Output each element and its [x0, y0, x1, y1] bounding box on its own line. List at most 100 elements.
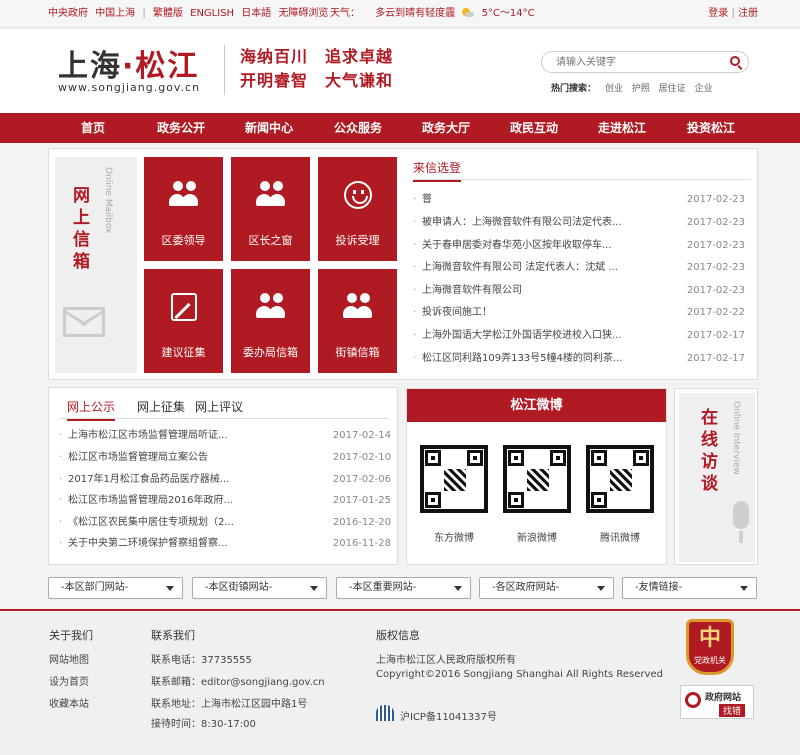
qr-code-icon: [420, 445, 488, 513]
nav-service-hall[interactable]: 政务大厅: [406, 113, 486, 143]
link-central-gov[interactable]: 中央政府: [48, 8, 88, 19]
link-shanghai[interactable]: 中国上海: [95, 8, 135, 19]
bullet: ·: [59, 474, 63, 485]
tab-online-review[interactable]: 网上评议: [195, 398, 243, 415]
tile-label: 街镇信箱: [335, 346, 380, 359]
tile-label: 区长之窗: [248, 234, 293, 247]
party-gov-badge[interactable]: 中 党政机关: [686, 619, 734, 675]
item-title: 上海微音软件有限公司: [422, 285, 522, 296]
item-title: 松江区同利路109弄133号5幢4楼的同利茶...: [422, 353, 623, 364]
list-item[interactable]: · 松江区市场监督管理局立案公告 2017-02-10: [59, 447, 391, 469]
tile-district-leaders[interactable]: 区委领导: [144, 157, 223, 261]
list-item[interactable]: · 上海市松江区市场监督管理局听证... 2017-02-14: [59, 425, 391, 447]
online-interview-banner[interactable]: 在线访谈 Online Interview: [674, 388, 758, 565]
weibo-label-sina[interactable]: 新浪微博: [497, 529, 577, 544]
contact-address: 联系地址：上海市松江区园中路1号: [151, 699, 308, 710]
partly-cloudy-icon: [462, 8, 475, 18]
police-badge-icon: [376, 705, 394, 721]
account-links: 登录 | 注册: [708, 0, 758, 28]
main-nav: 首页 政务公开 新闻中心 公众服务 政务大厅 政民互动 走进松江 投资松江: [0, 113, 800, 143]
link-traditional[interactable]: 繁體版: [153, 8, 183, 19]
list-item[interactable]: · 上海微音软件有限公司 法定代表人：沈斌 ... 2017-02-23: [413, 257, 751, 279]
select-key-sites[interactable]: -本区重要网站-: [336, 577, 471, 599]
contact-email: 联系邮箱：editor@songjiang.gov.cn: [151, 677, 325, 688]
chevron-down-icon: [310, 586, 318, 591]
hot-item[interactable]: 护照: [632, 84, 650, 94]
logo-part1: 上海: [58, 49, 122, 84]
list-item[interactable]: · 关于中央第二环境保护督察组督察... 2016-11-28: [59, 533, 391, 555]
select-value: -本区部门网站-: [61, 582, 129, 593]
item-date: 2016-12-20: [332, 517, 391, 528]
item-date: 2017-02-10: [332, 452, 391, 463]
link-english[interactable]: ENGLISH: [190, 8, 234, 19]
list-item[interactable]: · 关于春申居委对春华苑小区按年收取停车... 2017-02-23: [413, 235, 751, 257]
link-japanese[interactable]: 日本語: [241, 8, 271, 19]
gov-site-error-button[interactable]: 政府网站 找错: [680, 685, 754, 719]
bullet: ·: [59, 495, 63, 506]
nav-invest[interactable]: 投资松江: [671, 113, 751, 143]
bookmark-link[interactable]: 收藏本站: [49, 695, 89, 710]
item-date: 2017-02-23: [686, 262, 745, 273]
item-date: 2017-02-23: [686, 194, 745, 205]
account-divider: |: [731, 8, 735, 19]
tile-complaint[interactable]: 投诉受理: [318, 157, 397, 261]
sitemap-link[interactable]: 网站地图: [49, 651, 89, 666]
select-district-govs[interactable]: -各区政府网站-: [479, 577, 614, 599]
hot-item[interactable]: 居住证: [659, 84, 686, 94]
tab-online-collection[interactable]: 网上征集: [137, 398, 185, 415]
gov-site-sub: 找错: [719, 704, 746, 717]
search-input[interactable]: [556, 54, 716, 70]
tile-bureau-mailbox[interactable]: 委办局信箱: [231, 269, 310, 373]
copyright-title: 版权信息: [376, 629, 420, 642]
set-homepage-link[interactable]: 设为首页: [49, 673, 89, 688]
hot-item[interactable]: 企业: [695, 84, 713, 94]
select-district-towns[interactable]: -本区街镇网站-: [192, 577, 327, 599]
mailbox-title: 网上信箱: [73, 186, 90, 272]
search-box: [541, 51, 749, 73]
qr-corner: [425, 450, 441, 466]
link-accessibility[interactable]: 无障碍浏览: [278, 8, 328, 19]
item-title: 2017年1月松江食品药品医疗器械...: [68, 474, 230, 485]
qr-corner: [550, 450, 566, 466]
list-item[interactable]: · 《松江区农民集中居住专项规划（2... 2016-12-20: [59, 512, 391, 534]
tile-town-mailbox[interactable]: 街镇信箱: [318, 269, 397, 373]
mailbox-banner[interactable]: 网上信箱 Online Mailbox: [55, 157, 137, 373]
list-item[interactable]: · 2017年1月松江食品药品医疗器械... 2017-02-06: [59, 469, 391, 491]
nav-about-songjiang[interactable]: 走进松江: [582, 113, 662, 143]
list-item[interactable]: · 松江区同利路109弄133号5幢4楼的同利茶... 2017-02-17: [413, 348, 751, 370]
site-logo[interactable]: 上海·松江: [58, 41, 199, 85]
weibo-label-eastday[interactable]: 东方微博: [414, 529, 494, 544]
nav-news[interactable]: 新闻中心: [229, 113, 309, 143]
login-link[interactable]: 登录: [708, 8, 728, 19]
select-district-depts[interactable]: -本区部门网站-: [48, 577, 183, 599]
tile-mayor-window[interactable]: 区长之窗: [231, 157, 310, 261]
chevron-down-icon: [597, 586, 605, 591]
nav-public-service[interactable]: 公众服务: [318, 113, 398, 143]
logo-url: www.songjiang.gov.cn: [58, 81, 201, 94]
nav-interaction[interactable]: 政民互动: [494, 113, 574, 143]
nav-gov-affairs[interactable]: 政务公开: [141, 113, 221, 143]
mailbox-subtitle: Online Mailbox: [103, 167, 113, 234]
search-icon[interactable]: [730, 56, 740, 66]
list-item[interactable]: · 被申请人：上海微音软件有限公司法定代表... 2017-02-23: [413, 212, 751, 234]
chevron-down-icon: [740, 586, 748, 591]
list-item[interactable]: · 松江区市场监督管理局2016年政府... 2017-01-25: [59, 490, 391, 512]
select-friend-links[interactable]: -友情链接-: [622, 577, 757, 599]
site-link-selects: -本区部门网站- -本区街镇网站- -本区重要网站- -各区政府网站- -友情链…: [48, 577, 758, 599]
hot-item[interactable]: 创业: [605, 84, 623, 94]
list-item[interactable]: · 上海微音软件有限公司 2017-02-23: [413, 280, 751, 302]
nav-home[interactable]: 首页: [53, 113, 133, 143]
icp-link[interactable]: 沪ICP备11041337号: [400, 708, 497, 723]
list-item[interactable]: · 嘗 2017-02-23: [413, 189, 751, 211]
logo-dot: ·: [122, 49, 136, 84]
tile-label: 投诉受理: [335, 234, 380, 247]
tile-suggestion[interactable]: 建议征集: [144, 269, 223, 373]
people-icon: [254, 181, 288, 211]
list-item[interactable]: · 投诉夜间施工！ 2017-02-22: [413, 302, 751, 324]
weibo-label-tencent[interactable]: 腾讯微博: [580, 529, 660, 544]
divider: [59, 418, 389, 419]
interview-title: 在线访谈: [701, 408, 718, 494]
item-date: 2017-02-17: [686, 330, 745, 341]
list-item[interactable]: · 上海外国语大学松江外国语学校进校入口狭... 2017-02-17: [413, 325, 751, 347]
register-link[interactable]: 注册: [738, 8, 758, 19]
